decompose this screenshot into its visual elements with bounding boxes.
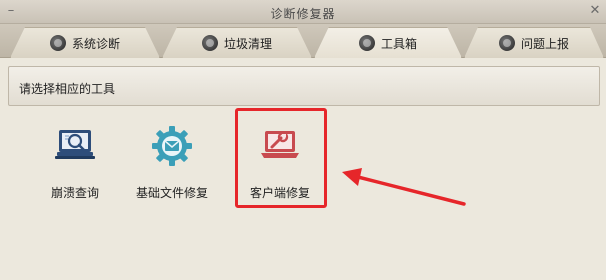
tool-basic-file-repair[interactable]: 基础文件修复 xyxy=(129,124,215,202)
tab-label: 工具箱 xyxy=(380,36,417,51)
tab-strip: 系统诊断 垃圾清理 工具箱 问题上报 xyxy=(0,24,606,58)
camera-lens-icon xyxy=(498,35,515,51)
tool-label: 基础文件修复 xyxy=(135,186,208,200)
title-bar: – 诊断修复器 ✕ xyxy=(0,0,606,24)
section-header: 请选择相应的工具 xyxy=(8,66,600,106)
close-button[interactable]: ✕ xyxy=(586,2,604,20)
highlight-box xyxy=(235,108,327,208)
camera-lens-icon xyxy=(201,35,218,51)
tool-label: 崩溃查询 xyxy=(50,186,99,200)
tab-label: 垃圾清理 xyxy=(223,36,272,51)
tab-toolbox[interactable]: 工具箱 xyxy=(314,27,462,58)
tab-junk-clean[interactable]: 垃圾清理 xyxy=(162,27,312,58)
tab-label: 问题上报 xyxy=(520,36,569,51)
gear-mail-icon xyxy=(152,126,192,166)
monitor-search-icon xyxy=(55,130,95,159)
tab-label: 系统诊断 xyxy=(71,36,120,51)
camera-lens-icon xyxy=(49,35,66,51)
camera-lens-icon xyxy=(358,35,375,51)
tab-system-diagnosis[interactable]: 系统诊断 xyxy=(10,27,160,58)
tool-crash-query[interactable]: 崩溃查询 xyxy=(32,124,118,202)
window-title: 诊断修复器 xyxy=(270,7,336,21)
section-header-text: 请选择相应的工具 xyxy=(19,82,116,96)
red-arrow-annotation xyxy=(342,168,466,206)
tab-report-issue[interactable]: 问题上报 xyxy=(464,27,604,58)
